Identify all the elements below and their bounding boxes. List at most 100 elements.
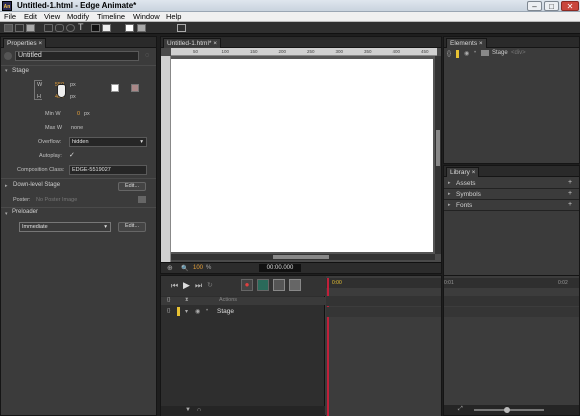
transform-tool-icon[interactable] [15, 24, 24, 32]
autoplay-checkbox[interactable]: ✓ [69, 151, 75, 159]
vertical-scrollbar[interactable] [435, 56, 441, 254]
menu-modify[interactable]: Modify [67, 12, 89, 22]
horizontal-scrollbar[interactable] [171, 254, 435, 260]
vertical-scrollbar-thumb[interactable] [436, 130, 440, 166]
down-level-edit-button[interactable]: Edit... [118, 182, 146, 191]
background-image-icon[interactable] [131, 84, 139, 92]
color-tag-icon [177, 307, 180, 316]
rounded-rectangle-tool-icon[interactable] [55, 24, 64, 32]
preloader-header: Preloader [12, 209, 39, 215]
composition-class-input[interactable]: EDGE-5519027 [69, 165, 147, 175]
close-button[interactable]: ✕ [561, 1, 579, 11]
pin-icon[interactable] [273, 279, 285, 291]
code-braces-icon[interactable]: {} [167, 308, 170, 314]
time-mark-0: 0:00 [332, 280, 342, 286]
ruler-mark: 300 [335, 49, 344, 54]
code-braces-icon[interactable]: {} [447, 51, 451, 57]
timeline-track-extension[interactable]: 0:01 0:02 ⤢ [443, 275, 580, 416]
vertical-ruler [161, 56, 171, 266]
visibility-eye-icon[interactable]: ◉ [195, 308, 200, 315]
stroke-swatch-icon[interactable] [137, 24, 146, 32]
menu-file[interactable]: File [4, 12, 16, 22]
ellipse-tool-icon[interactable] [66, 24, 75, 32]
selection-tool-icon[interactable] [4, 24, 13, 32]
window-title: Untitled-1.html - Edge Animate* [17, 1, 137, 10]
background-color-icon[interactable] [91, 24, 100, 32]
lock-dot-icon[interactable]: • [206, 308, 208, 314]
grid-toggle-icon[interactable] [177, 24, 186, 32]
menu-timeline[interactable]: Timeline [97, 12, 125, 22]
zoom-fit-icon[interactable]: ⤢ [458, 406, 463, 413]
zoom-icon[interactable]: 🔍 [181, 265, 188, 272]
height-unit[interactable]: px [70, 94, 76, 100]
ruler-mark: 200 [278, 49, 287, 54]
clipping-tool-icon[interactable] [26, 24, 35, 32]
overflow-select[interactable]: hidden ▾ [69, 137, 147, 147]
horizontal-scrollbar-thumb[interactable] [273, 255, 329, 259]
preloader-edit-button[interactable]: Edit... [118, 222, 146, 232]
text-tool-icon[interactable]: T [78, 22, 84, 32]
zoom-value[interactable]: 100 [193, 265, 203, 271]
h-label: H [37, 94, 41, 100]
menu-window[interactable]: Window [133, 12, 160, 22]
tab-elements[interactable]: Elements × [446, 38, 487, 48]
minimize-button[interactable]: – [527, 1, 542, 11]
elements-tabbar: Elements × [444, 37, 579, 48]
width-unit[interactable]: px [70, 82, 76, 88]
w-label: W [37, 82, 43, 88]
chevron-right-icon[interactable]: ▸ [5, 183, 8, 189]
menu-edit[interactable]: Edit [24, 12, 37, 22]
divider [1, 178, 156, 179]
library-section-fonts[interactable]: ▸ Fonts + [444, 201, 579, 211]
library-section-symbols[interactable]: ▸ Symbols + [444, 190, 579, 200]
horizontal-ruler: 50 100 150 200 250 300 350 400 450 [171, 48, 437, 56]
chevron-down-icon[interactable]: ▾ [5, 68, 8, 74]
auto-keyframe-icon[interactable]: ● [241, 279, 253, 291]
chevron-down-icon[interactable]: ▾ [185, 308, 188, 315]
time-mark-1-label: 0:01 [444, 280, 454, 286]
lock-dot-icon[interactable]: • [474, 50, 476, 56]
menu-help[interactable]: Help [166, 12, 181, 22]
track-stage-row[interactable] [326, 307, 441, 317]
fill-swatch-icon[interactable] [125, 24, 134, 32]
timeline-stage-row[interactable]: {} ▾ ◉ • Stage [161, 307, 325, 317]
stage-tabbar: Untitled-1.html* × [161, 37, 441, 48]
poster-value: No Poster Image [36, 197, 78, 203]
go-to-end-icon[interactable]: ⏭ [195, 281, 202, 291]
add-icon[interactable]: + [568, 179, 572, 186]
zoom-slider-thumb[interactable] [504, 407, 510, 413]
preloader-select[interactable]: Immediate ▾ [19, 222, 111, 232]
add-icon[interactable]: + [568, 201, 572, 208]
min-w-unit[interactable]: px [84, 111, 90, 117]
loop-icon[interactable]: ↻ [207, 281, 213, 289]
chevron-down-icon[interactable]: ▾ [5, 211, 8, 217]
tab-document[interactable]: Untitled-1.html* × [163, 38, 222, 48]
stage-canvas[interactable] [171, 59, 433, 252]
rectangle-tool-icon[interactable] [44, 24, 53, 32]
library-section-assets[interactable]: ▸ Assets + [444, 179, 579, 189]
max-w-value[interactable]: none [71, 125, 83, 131]
camera-icon[interactable] [138, 196, 146, 203]
visibility-eye-icon[interactable]: ◉ [464, 50, 469, 57]
maximize-button[interactable]: □ [544, 1, 559, 11]
element-stage-label[interactable]: Stage [492, 50, 508, 56]
track-stage-row-ext[interactable] [444, 307, 579, 317]
timeline-track-area[interactable]: 0:00 0:01 [326, 276, 454, 416]
filter-icon[interactable]: ▼ [185, 407, 191, 413]
auto-transition-icon[interactable] [257, 279, 269, 291]
code-braces-icon[interactable]: {} [167, 297, 170, 303]
element-name-input[interactable]: Untitled [15, 51, 139, 61]
tab-library[interactable]: Library × [446, 167, 480, 177]
snap-icon[interactable]: ∩ [197, 407, 201, 413]
tab-properties[interactable]: Properties × [3, 38, 47, 48]
min-w-value[interactable]: 0 [77, 111, 80, 117]
add-icon[interactable]: + [568, 190, 572, 197]
crosshair-icon[interactable]: ⊕ [167, 264, 173, 272]
border-color-icon[interactable] [102, 24, 111, 32]
menu-view[interactable]: View [44, 12, 60, 22]
go-to-start-icon[interactable]: ⏮ [171, 281, 178, 291]
ruler-mark: 100 [221, 49, 230, 54]
stage-color-swatch[interactable] [111, 84, 119, 92]
play-icon[interactable]: ▶ [183, 280, 190, 291]
easing-icon[interactable] [289, 279, 301, 291]
